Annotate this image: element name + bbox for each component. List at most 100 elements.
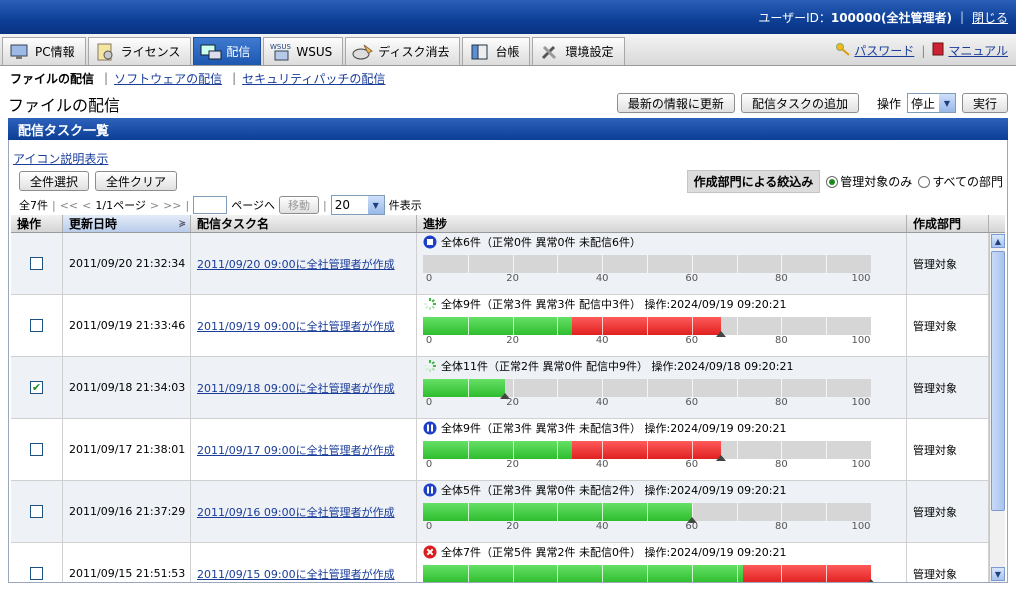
scroll-up-icon[interactable]: ▲	[991, 234, 1005, 248]
row-checkbox[interactable]	[30, 319, 43, 332]
refresh-button[interactable]: 最新の情報に更新	[616, 93, 735, 113]
first-page-button[interactable]: <<	[60, 199, 78, 212]
key-icon	[836, 42, 850, 59]
execute-button[interactable]: 実行	[961, 93, 1008, 113]
task-name-link[interactable]: 2011/09/17 09:00に全社管理者が作成	[197, 442, 395, 458]
progress-cell: 全体7件（正常5件 異常2件 未配信0件） 操作:2024/09/19 09:2…	[417, 543, 907, 582]
department-cell: 管理対象	[907, 481, 989, 542]
manual-icon	[932, 42, 944, 59]
add-task-button[interactable]: 配信タスクの追加	[740, 93, 859, 113]
row-checkbox[interactable]	[30, 443, 43, 456]
row-checkbox[interactable]: ✔	[30, 381, 43, 394]
scale-label: 40	[595, 273, 609, 284]
row-checkbox[interactable]	[30, 567, 43, 580]
task-name-link[interactable]: 2011/09/16 09:00に全社管理者が作成	[197, 504, 395, 520]
section-header: 配信タスク一覧	[8, 118, 1008, 140]
scale-label: 0	[425, 335, 433, 346]
stop-status-icon[interactable]	[423, 235, 437, 249]
scale-label: 40	[595, 335, 609, 346]
progress-scale: 0 20 40 60 80 100	[423, 521, 871, 533]
sort-desc-icon: ≽	[178, 218, 186, 229]
progress-scale: 0 20 40 60 80 100	[423, 335, 871, 347]
subnav-software-distribution[interactable]: ソフトウェアの配信	[114, 70, 222, 87]
filter-all-departments-radio[interactable]	[918, 175, 931, 188]
row-checkbox[interactable]	[30, 505, 43, 518]
clear-all-button[interactable]: 全件クリア	[95, 171, 178, 191]
progress-bar	[423, 503, 871, 523]
table-row: 2011/09/15 21:51:53 2011/09/15 09:00に全社管…	[11, 543, 1005, 582]
running-status-icon[interactable]	[423, 359, 437, 373]
total-count: 全7件	[19, 199, 48, 212]
task-name-link[interactable]: 2011/09/15 09:00に全社管理者が作成	[197, 566, 395, 582]
col-task-name[interactable]: 配信タスク名	[191, 215, 417, 232]
tab-distribution[interactable]: 配信	[193, 37, 262, 65]
icon-legend-link[interactable]: アイコン説明表示	[13, 152, 108, 166]
col-department[interactable]: 作成部門	[907, 215, 989, 232]
progress-bar	[423, 379, 871, 399]
progress-bar	[423, 565, 876, 582]
scale-label: 60	[685, 335, 699, 346]
scale-label: 60	[685, 397, 699, 408]
scroll-down-icon[interactable]: ▼	[991, 567, 1005, 581]
tab-settings[interactable]: 環境設定	[532, 37, 625, 65]
select-all-button[interactable]: 全件選択	[19, 171, 90, 191]
progress-cell: 全体11件（正常2件 異常0件 配信中9件） 操作:2024/09/18 09:…	[417, 357, 907, 418]
manual-link[interactable]: マニュアル	[948, 42, 1008, 59]
tab-disk-erase[interactable]: ディスク消去	[345, 37, 461, 65]
operation-select[interactable]: 停止 ▼	[906, 93, 956, 113]
vertical-scrollbar[interactable]: ▲ ▼	[989, 233, 1005, 582]
page-number-input[interactable]	[193, 196, 228, 214]
progress-success-fill	[423, 565, 743, 582]
row-checkbox[interactable]	[30, 257, 43, 270]
table-row: 2011/09/19 21:33:46 2011/09/19 09:00に全社管…	[11, 295, 1005, 357]
department-filter: 作成部門による絞込み 管理対象のみ すべての部門	[686, 170, 1003, 193]
scale-label: 0	[425, 273, 433, 284]
error-status-icon[interactable]	[423, 545, 437, 559]
scale-label: 20	[506, 335, 519, 346]
subnav-security-patch[interactable]: セキュリティパッチの配信	[242, 70, 385, 87]
prev-page-button[interactable]: <	[82, 199, 91, 212]
col-progress: 進捗	[417, 215, 907, 232]
progress-scale: 0 20 40 60 80 100	[423, 459, 871, 471]
filter-managed-only-radio[interactable]	[826, 175, 839, 188]
top-banner: ユーザーID： 100000(全社管理者) | 閉じる	[0, 0, 1016, 34]
pause-status-icon[interactable]	[423, 483, 437, 497]
department-cell: 管理対象	[907, 233, 989, 294]
scale-label: 80	[775, 521, 788, 532]
settings-icon	[539, 42, 561, 62]
user-id: 100000(全社管理者)	[830, 10, 952, 25]
task-name-link[interactable]: 2011/09/19 09:00に全社管理者が作成	[197, 318, 395, 334]
tab-wsus[interactable]: WSUS WSUS	[263, 37, 344, 65]
progress-summary: 全体6件（正常0件 異常0件 未配信6件）	[441, 236, 641, 249]
page-indicator: 1/1ページ	[95, 199, 146, 212]
progress-cell: 全体6件（正常0件 異常0件 未配信6件） 0 20 40 60 80 100	[417, 233, 907, 294]
pause-status-icon[interactable]	[423, 421, 437, 435]
move-button[interactable]: 移動	[279, 196, 320, 214]
last-page-button[interactable]: >>	[163, 199, 181, 212]
task-name-link[interactable]: 2011/09/20 09:00に全社管理者が作成	[197, 256, 395, 272]
per-page-select[interactable]: 20 ▼	[330, 195, 385, 215]
tab-ledger[interactable]: 台帳	[462, 37, 531, 65]
updated-cell: 2011/09/19 21:33:46	[63, 295, 191, 356]
progress-cell: 全体9件（正常3件 異常3件 未配信3件） 操作:2024/09/19 09:2…	[417, 419, 907, 480]
task-name-link[interactable]: 2011/09/18 09:00に全社管理者が作成	[197, 380, 395, 396]
col-updated[interactable]: 更新日時 ≽	[63, 215, 191, 232]
scale-label: 40	[595, 459, 609, 470]
department-cell: 管理対象	[907, 419, 989, 480]
pc-icon	[9, 42, 31, 62]
next-page-button[interactable]: >	[150, 199, 159, 212]
scale-label: 40	[595, 397, 609, 408]
progress-success-fill	[423, 317, 573, 335]
password-link[interactable]: パスワード	[854, 42, 914, 59]
running-status-icon[interactable]	[423, 297, 437, 311]
task-table: 操作 更新日時 ≽ 配信タスク名 進捗 作成部門 2011/09/20 21:3…	[11, 215, 1005, 582]
filter-label: 作成部門による絞込み	[686, 170, 821, 193]
logout-link[interactable]: 閉じる	[972, 9, 1008, 26]
page-title: ファイルの配信	[8, 96, 121, 115]
progress-summary: 全体7件（正常5件 異常2件 未配信0件） 操作:2024/09/19 09:2…	[441, 546, 787, 559]
scroll-thumb[interactable]	[991, 251, 1005, 511]
updated-cell: 2011/09/18 21:34:03	[63, 357, 191, 418]
operation-label: 操作	[876, 96, 901, 111]
tab-pc-info[interactable]: PC情報	[2, 37, 86, 65]
tab-license[interactable]: ライセンス	[87, 37, 192, 65]
